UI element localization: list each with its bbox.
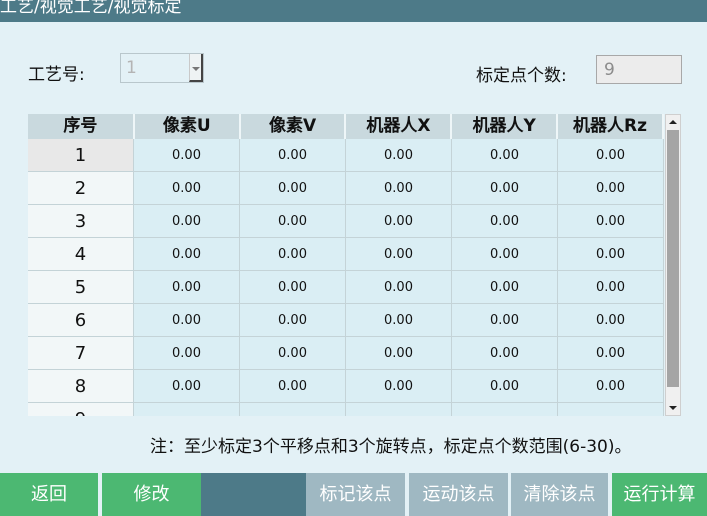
table-row[interactable]: 6 0.00 0.00 0.00 0.00 0.00	[28, 304, 664, 337]
cell-robot-y[interactable]: 0.00	[452, 370, 558, 403]
run-calculation-button[interactable]: 运行计算	[612, 473, 707, 516]
header-index: 序号	[28, 114, 135, 139]
cell-pixel-u[interactable]: 0.00	[134, 238, 240, 271]
scrollbar-thumb[interactable]	[667, 130, 679, 387]
cell-robot-y[interactable]: 0.00	[452, 238, 558, 271]
edit-button[interactable]: 修改	[102, 473, 201, 516]
cell-index[interactable]: 8	[28, 370, 134, 403]
cell-pixel-v[interactable]: 0.00	[240, 271, 346, 304]
mark-point-button[interactable]: 标记该点	[306, 473, 405, 516]
title-bar: 工艺/视觉工艺/视觉标定	[0, 0, 707, 22]
cell-robot-rz[interactable]: 0.00	[558, 337, 664, 370]
table-row[interactable]: 2 0.00 0.00 0.00 0.00 0.00	[28, 172, 664, 205]
cell-robot-y[interactable]: 0.00	[452, 337, 558, 370]
table-row[interactable]: 4 0.00 0.00 0.00 0.00 0.00	[28, 238, 664, 271]
process-number-label: 工艺号:	[28, 65, 85, 85]
table-scrollbar[interactable]	[665, 114, 681, 416]
cell-robot-x[interactable]: 0.00	[346, 337, 452, 370]
cell-pixel-v[interactable]: 0.00	[240, 238, 346, 271]
cell-index[interactable]: 4	[28, 238, 134, 271]
cell-index[interactable]: 1	[28, 139, 134, 172]
header-pixel-v: 像素V	[240, 114, 347, 139]
table-row[interactable]: 7 0.00 0.00 0.00 0.00 0.00	[28, 337, 664, 370]
cell-pixel-u[interactable]: 0.00	[134, 370, 240, 403]
cell-robot-y[interactable]: 0.00	[452, 139, 558, 172]
cell-robot-x[interactable]	[346, 403, 452, 416]
cell-robot-x[interactable]: 0.00	[346, 271, 452, 304]
cell-robot-rz[interactable]: 0.00	[558, 238, 664, 271]
scroll-down-icon[interactable]	[666, 401, 680, 415]
cell-robot-x[interactable]: 0.00	[346, 205, 452, 238]
cell-robot-rz[interactable]: 0.00	[558, 271, 664, 304]
cell-pixel-u[interactable]: 0.00	[134, 205, 240, 238]
point-count-label: 标定点个数:	[476, 66, 567, 86]
cell-pixel-u[interactable]: 0.00	[134, 172, 240, 205]
cell-robot-y[interactable]: 0.00	[452, 304, 558, 337]
cell-robot-x[interactable]: 0.00	[346, 139, 452, 172]
cell-index[interactable]: 6	[28, 304, 134, 337]
process-number-value: 1	[126, 58, 137, 78]
page-title: 工艺/视觉工艺/视觉标定	[0, 0, 182, 17]
move-to-point-button[interactable]: 运动该点	[409, 473, 508, 516]
header-pixel-u: 像素U	[134, 114, 241, 139]
cell-index[interactable]: 7	[28, 337, 134, 370]
cell-index[interactable]: 9	[28, 403, 134, 416]
header-robot-x: 机器人X	[346, 114, 453, 139]
cell-robot-x[interactable]: 0.00	[346, 238, 452, 271]
cell-pixel-u[interactable]: 0.00	[134, 139, 240, 172]
table-row[interactable]: 3 0.00 0.00 0.00 0.00 0.00	[28, 205, 664, 238]
header-robot-y: 机器人Y	[452, 114, 559, 139]
cell-robot-rz[interactable]: 0.00	[558, 172, 664, 205]
cell-robot-rz[interactable]: 0.00	[558, 205, 664, 238]
table-row[interactable]: 8 0.00 0.00 0.00 0.00 0.00	[28, 370, 664, 403]
table-row[interactable]: 5 0.00 0.00 0.00 0.00 0.00	[28, 271, 664, 304]
cell-pixel-v[interactable]: 0.00	[240, 370, 346, 403]
cell-pixel-u[interactable]: 0.00	[134, 304, 240, 337]
cell-robot-y[interactable]: 0.00	[452, 271, 558, 304]
cell-pixel-u[interactable]: 0.00	[134, 337, 240, 370]
cell-robot-rz[interactable]: 0.00	[558, 370, 664, 403]
cell-pixel-v[interactable]: 0.00	[240, 337, 346, 370]
cell-robot-rz[interactable]	[558, 403, 664, 416]
process-number-dropdown[interactable]: 1	[120, 53, 204, 83]
cell-robot-x[interactable]: 0.00	[346, 172, 452, 205]
cell-pixel-v[interactable]: 0.00	[240, 172, 346, 205]
cell-index[interactable]: 3	[28, 205, 134, 238]
back-button[interactable]: 返回	[0, 473, 98, 516]
cell-index[interactable]: 5	[28, 271, 134, 304]
cell-robot-rz[interactable]: 0.00	[558, 139, 664, 172]
cell-pixel-u[interactable]	[134, 403, 240, 416]
table-row[interactable]: 9	[28, 403, 664, 416]
cell-index[interactable]: 2	[28, 172, 134, 205]
cell-robot-y[interactable]: 0.00	[452, 205, 558, 238]
clear-point-button[interactable]: 清除该点	[511, 473, 608, 516]
cell-robot-x[interactable]: 0.00	[346, 370, 452, 403]
cell-pixel-v[interactable]	[240, 403, 346, 416]
button-bar-spacer	[201, 473, 306, 516]
scroll-up-icon[interactable]	[666, 115, 680, 129]
header-robot-rz: 机器人Rz	[558, 114, 664, 139]
cell-pixel-v[interactable]: 0.00	[240, 205, 346, 238]
cell-robot-x[interactable]: 0.00	[346, 304, 452, 337]
chevron-down-icon[interactable]	[189, 54, 203, 82]
point-count-field[interactable]: 9	[596, 55, 682, 84]
calibration-note: 注：至少标定3个平移点和3个旋转点，标定点个数范围(6-30)。	[150, 437, 632, 457]
cell-pixel-v[interactable]: 0.00	[240, 139, 346, 172]
cell-robot-y[interactable]: 0.00	[452, 172, 558, 205]
cell-pixel-u[interactable]: 0.00	[134, 271, 240, 304]
table-header: 序号 像素U 像素V 机器人X 机器人Y 机器人Rz	[28, 114, 664, 139]
calibration-table: 序号 像素U 像素V 机器人X 机器人Y 机器人Rz 1 0.00 0.00 0.00…	[28, 114, 664, 416]
cell-robot-rz[interactable]: 0.00	[558, 304, 664, 337]
cell-robot-y[interactable]	[452, 403, 558, 416]
cell-pixel-v[interactable]: 0.00	[240, 304, 346, 337]
table-row[interactable]: 1 0.00 0.00 0.00 0.00 0.00	[28, 139, 664, 172]
